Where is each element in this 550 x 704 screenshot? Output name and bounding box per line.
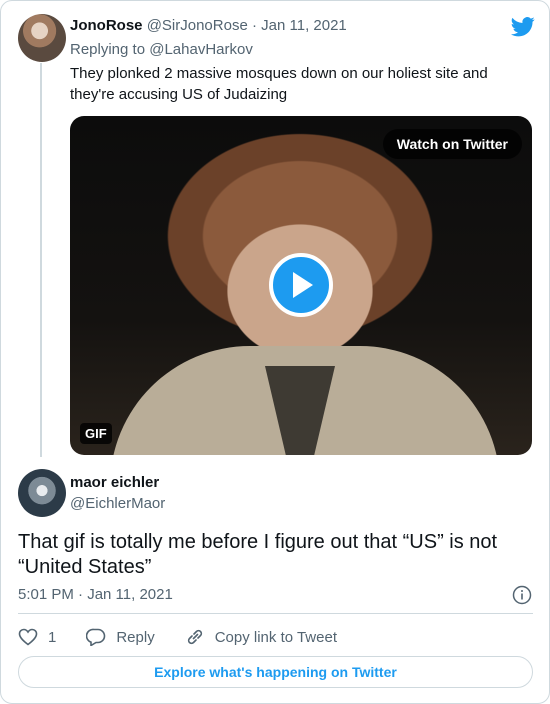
reply-action[interactable]: Reply [86, 628, 155, 646]
copy-link-label: Copy link to Tweet [214, 628, 337, 646]
avatar-eichlermaor[interactable] [18, 469, 66, 517]
heart-icon [18, 628, 38, 646]
explore-twitter-button[interactable]: Explore what's happening on Twitter [18, 656, 533, 688]
tweet1-header: JonoRose @SirJonoRose · Jan 11, 2021 [70, 17, 347, 34]
tweet1-text: They plonked 2 massive mosques down on o… [70, 65, 488, 103]
tweet1-date[interactable]: Jan 11, 2021 [261, 17, 347, 34]
tweet2-text: That gif is totally me before I figure o… [18, 531, 498, 578]
divider [18, 613, 533, 614]
reply-icon [86, 628, 106, 646]
reply-label: Reply [116, 628, 155, 646]
twitter-bird-icon[interactable] [511, 17, 535, 37]
gif-media[interactable]: Watch on Twitter GIF [70, 116, 532, 455]
play-button[interactable] [269, 253, 333, 317]
watch-on-twitter-button[interactable]: Watch on Twitter [382, 129, 522, 159]
info-icon[interactable] [512, 585, 532, 605]
like-count: 1 [48, 628, 57, 646]
replying-to-handle[interactable]: @LahavHarkov [149, 41, 253, 58]
tweet1-handle[interactable]: @SirJonoRose [147, 17, 248, 34]
embedded-tweet-card: JonoRose @SirJonoRose · Jan 11, 2021 Rep… [0, 0, 550, 704]
tweet1-separator: · [247, 17, 262, 34]
replying-to-prefix: Replying to [70, 41, 150, 58]
thread-line [40, 63, 42, 457]
tweet2-handle[interactable]: @EichlerMaor [70, 495, 165, 512]
tweet-actions: 1 Reply Copy link to Tweet [18, 625, 367, 649]
tweet2-timestamp[interactable]: 5:01 PM · Jan 11, 2021 [18, 586, 173, 603]
copy-link-action[interactable]: Copy link to Tweet [185, 628, 337, 646]
replying-to: Replying to @LahavHarkov [70, 41, 253, 58]
tweet1-author-name[interactable]: JonoRose [70, 17, 143, 34]
avatar-jonorose[interactable] [18, 14, 66, 62]
play-icon [293, 272, 313, 298]
tweet2-author-name[interactable]: maor eichler [70, 474, 159, 491]
link-icon [187, 629, 202, 645]
like-action[interactable]: 1 [18, 628, 56, 646]
gif-badge: GIF [80, 423, 112, 444]
